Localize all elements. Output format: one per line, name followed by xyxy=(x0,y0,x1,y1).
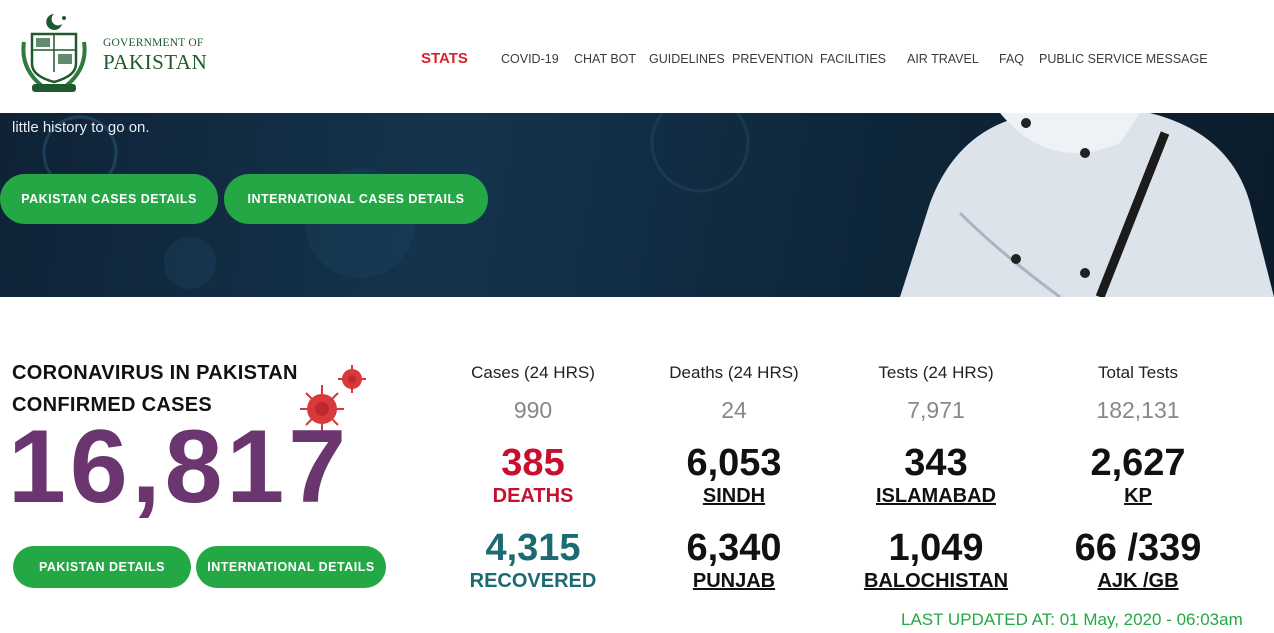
islamabad-count: 343 xyxy=(904,442,968,484)
site-header: GOVERNMENT OF PAKISTAN STATS COVID-19 CH… xyxy=(0,0,1274,113)
stats-section: CORONAVIRUS IN PAKISTAN CONFIRMED CASES … xyxy=(0,297,1274,633)
nav-chat-bot[interactable]: CHAT BOT xyxy=(574,52,636,66)
pakistan-details-button[interactable]: PAKISTAN DETAILS xyxy=(13,546,191,588)
balochistan-count: 1,049 xyxy=(888,527,984,569)
punjab-link[interactable]: PUNJAB xyxy=(624,571,844,591)
logo-line2: PAKISTAN xyxy=(103,49,208,74)
sindh-link[interactable]: SINDH xyxy=(624,486,844,506)
government-wordmark[interactable]: GOVERNMENT OF PAKISTAN xyxy=(103,37,208,74)
ajk-gb-link[interactable]: AJK /GB xyxy=(1028,571,1248,591)
recovered-total: 4,315 xyxy=(485,527,581,569)
deaths-24h-value: 24 xyxy=(721,397,747,423)
tests-24h-value: 7,971 xyxy=(907,397,965,423)
international-cases-details-button[interactable]: INTERNATIONAL CASES DETAILS xyxy=(224,174,488,224)
cases-24h-label: Cases (24 HRS) xyxy=(471,363,595,382)
nav-covid19[interactable]: COVID-19 xyxy=(501,52,559,66)
nav-facilities[interactable]: FACILITIES xyxy=(820,52,886,66)
nav-stats[interactable]: STATS xyxy=(421,50,468,67)
recovered-label: RECOVERED xyxy=(469,570,597,592)
international-details-button[interactable]: INTERNATIONAL DETAILS xyxy=(196,546,386,588)
hero-text: little history to go on. xyxy=(12,119,150,136)
islamabad-link[interactable]: ISLAMABAD xyxy=(826,486,1046,506)
logo-line1: GOVERNMENT OF xyxy=(103,37,204,49)
nav-public-service-message[interactable]: PUBLIC SERVICE MESSAGE xyxy=(1039,52,1208,66)
punjab-count: 6,340 xyxy=(686,527,782,569)
total-tests-label: Total Tests xyxy=(1097,363,1178,382)
ajk-gb-count: 66 /339 xyxy=(1074,527,1202,569)
deaths-24h-label: Deaths (24 HRS) xyxy=(669,363,799,382)
sindh-count: 6,053 xyxy=(686,442,782,484)
nav-prevention[interactable]: PREVENTION xyxy=(732,52,813,66)
nav-air-travel[interactable]: AIR TRAVEL xyxy=(907,52,979,66)
tests-24h-label: Tests (24 HRS) xyxy=(878,363,994,382)
last-updated: LAST UPDATED AT: 01 May, 2020 - 06:03am xyxy=(901,610,1243,629)
coronavirus-title: CORONAVIRUS IN PAKISTAN xyxy=(12,362,298,384)
balochistan-link[interactable]: BALOCHISTAN xyxy=(826,571,1046,591)
nav-guidelines[interactable]: GUIDELINES xyxy=(649,52,725,66)
total-tests-value: 182,131 xyxy=(1096,397,1180,423)
hero-banner: little history to go on. PAKISTAN CASES … xyxy=(0,113,1274,297)
pakistan-emblem-logo[interactable] xyxy=(18,12,90,94)
kp-count: 2,627 xyxy=(1090,442,1186,484)
nav-faq[interactable]: FAQ xyxy=(999,52,1024,66)
kp-link[interactable]: KP xyxy=(1028,486,1248,506)
deaths-label: DEATHS xyxy=(492,485,574,507)
pakistan-cases-details-button[interactable]: PAKISTAN CASES DETAILS xyxy=(0,174,218,224)
confirmed-cases-count: 16,817 xyxy=(8,409,351,525)
deaths-total: 385 xyxy=(501,442,565,484)
cases-24h-value: 990 xyxy=(513,397,553,423)
